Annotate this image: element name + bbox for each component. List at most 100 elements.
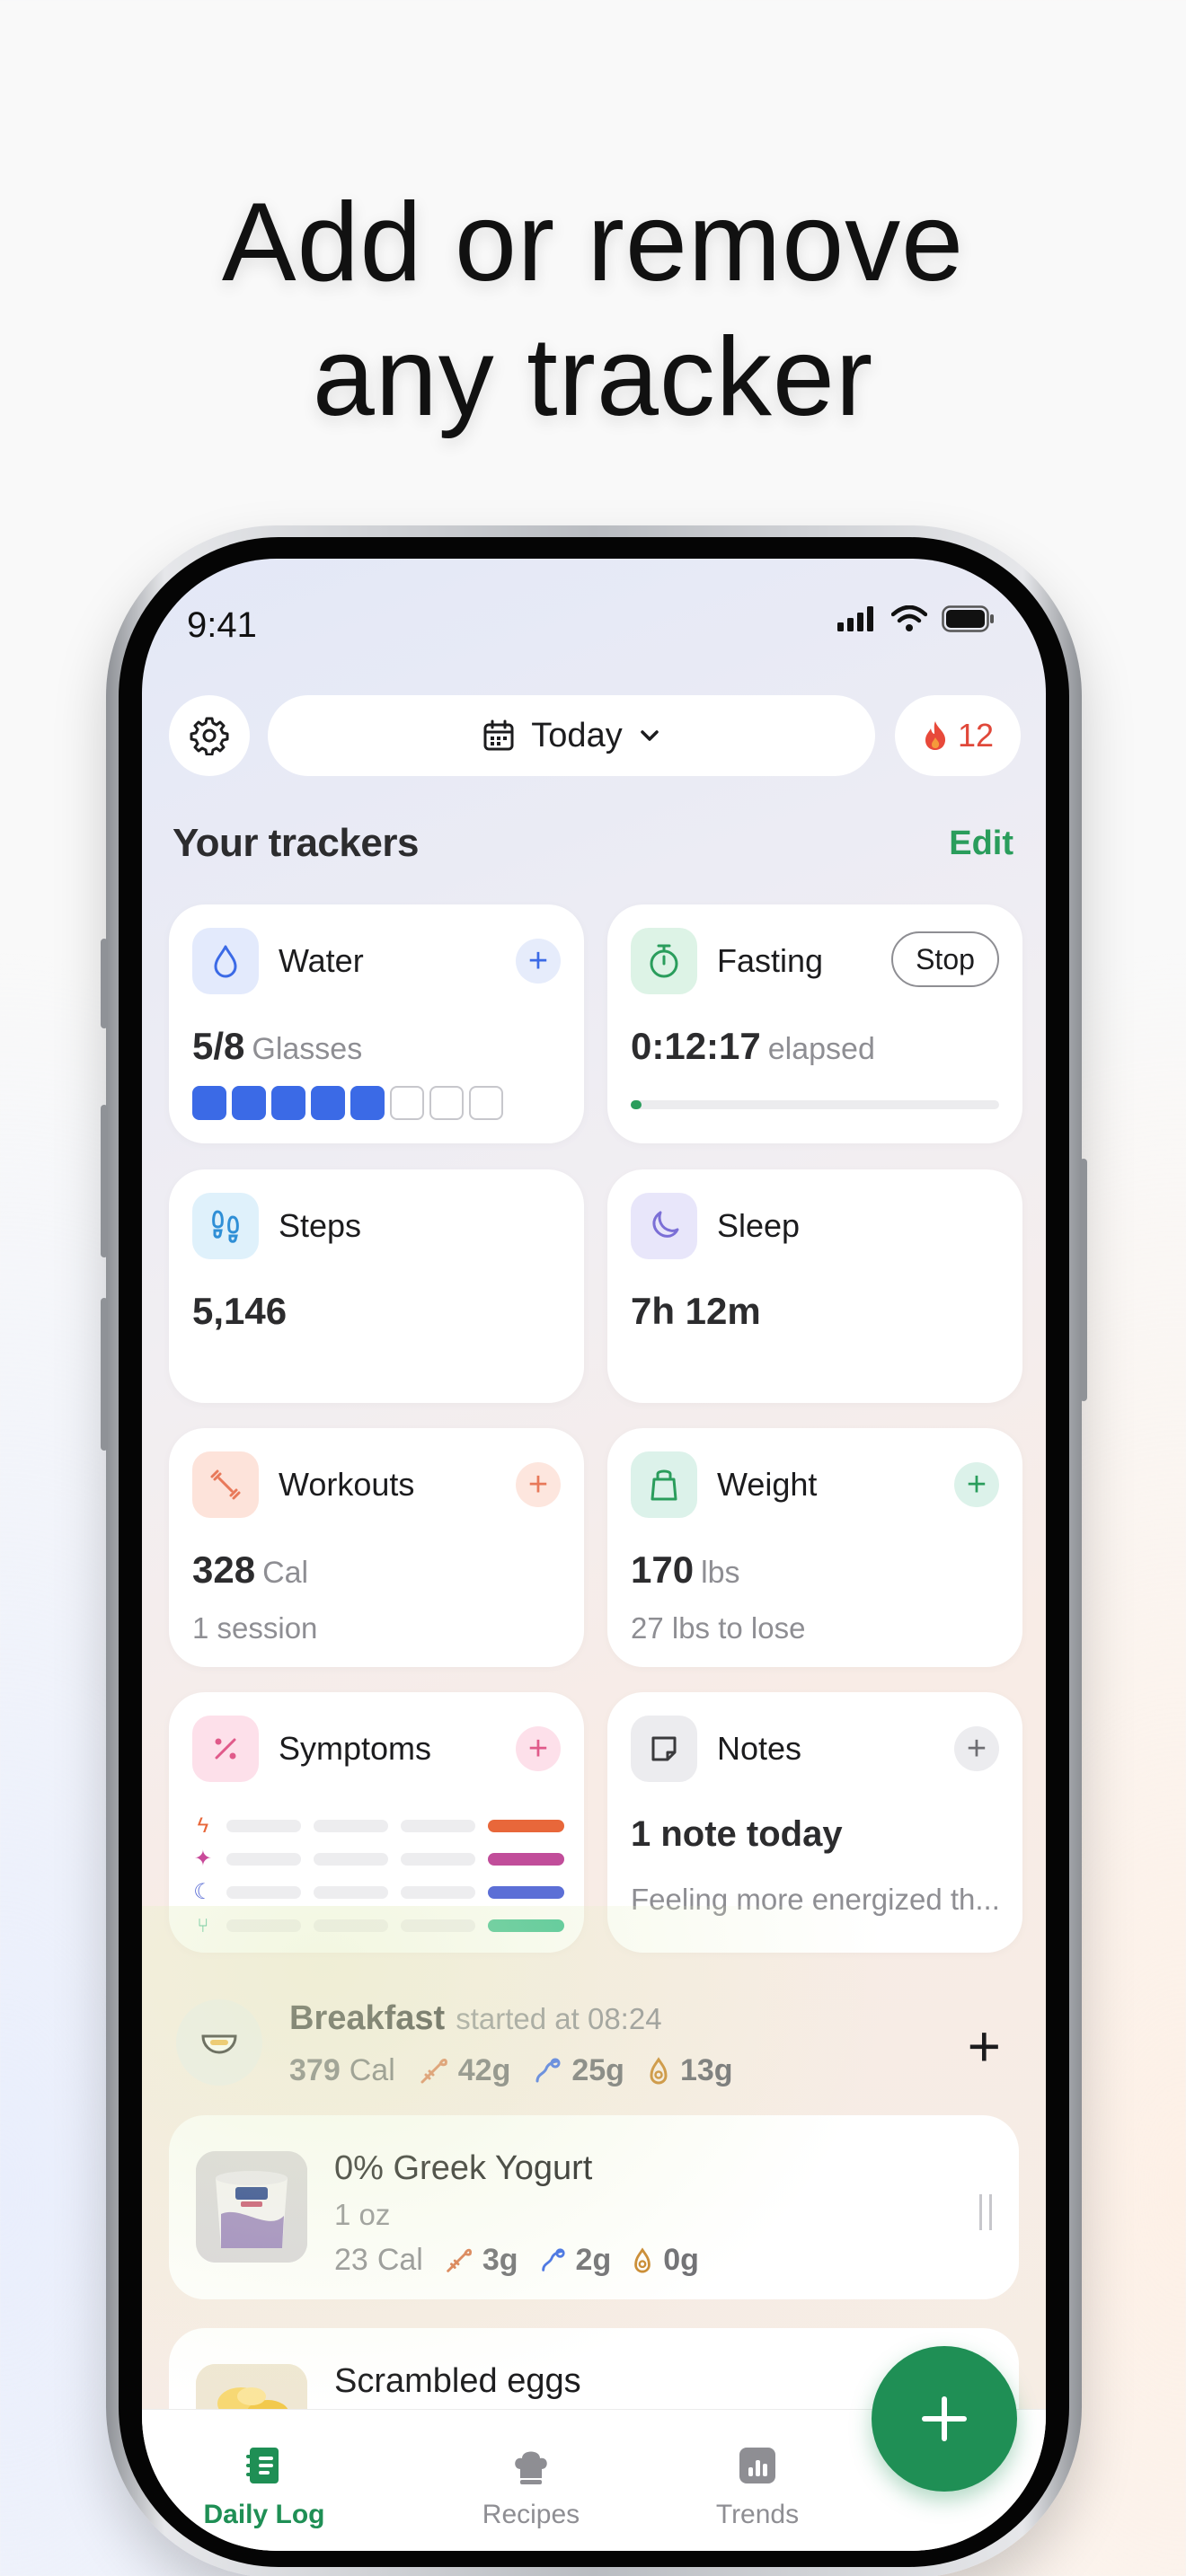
meal-protein: 42g (457, 2053, 511, 2087)
phone-volume-up (101, 1105, 108, 1257)
stopwatch-icon (650, 944, 678, 978)
water-glass-empty[interactable] (469, 1086, 503, 1120)
water-glasses[interactable] (192, 1086, 503, 1120)
food-name: Scrambled eggs (334, 2362, 581, 2400)
meal-avatar (176, 1999, 262, 2086)
steps-title: Steps (279, 1207, 362, 1244)
notes-add-button[interactable]: + (954, 1726, 999, 1771)
weight-amount: 170 (631, 1548, 695, 1591)
tab-trends[interactable]: Trends (668, 2444, 847, 2530)
weight-add-button[interactable]: + (954, 1462, 999, 1507)
dumbbell-icon (210, 1469, 241, 1500)
sparkle-icon: ✦ (193, 1847, 212, 1871)
footprints-icon (212, 1210, 239, 1243)
workouts-calories: 328 (192, 1548, 256, 1591)
water-glass-filled[interactable] (232, 1086, 266, 1120)
settings-button[interactable] (169, 695, 250, 776)
water-title: Water (279, 942, 364, 979)
tab-recipes[interactable]: Recipes (441, 2444, 621, 2530)
calendar-icon (483, 719, 514, 751)
water-icon-box (192, 928, 259, 994)
water-glass-filled[interactable] (350, 1086, 385, 1120)
workouts-unit: Cal (262, 1556, 309, 1590)
symptom-bar-active (487, 1819, 565, 1832)
streak-badge[interactable]: 12 (895, 695, 1021, 776)
date-selector[interactable]: Today (268, 695, 875, 776)
food-calories: 23 (334, 2243, 368, 2277)
symptoms-add-button[interactable]: + (516, 1726, 561, 1771)
symptoms-icon-box (192, 1716, 259, 1782)
chevron-down-icon (640, 730, 659, 741)
weight-goal: 27 lbs to lose (631, 1611, 806, 1645)
fasting-unit: elapsed (767, 1032, 875, 1066)
status-icons (837, 605, 996, 632)
add-entry-fab[interactable] (872, 2346, 1017, 2492)
percent-icon (215, 1738, 236, 1760)
fasting-elapsed: 0:12:17 (631, 1025, 761, 1067)
food-quantity: 1 oz (334, 2198, 391, 2231)
water-tracker-card[interactable]: Water + 5/8 Glasses (169, 904, 584, 1143)
yogurt-cup-image (196, 2151, 307, 2263)
food-fat: 0g (663, 2243, 699, 2277)
headline-line-1: Add or remove (221, 181, 965, 304)
status-time: 9:41 (187, 605, 257, 645)
fasting-stop-button[interactable]: Stop (891, 931, 999, 987)
water-glass-filled[interactable] (311, 1086, 345, 1120)
headline-line-2: any tracker (312, 315, 874, 439)
water-glass-empty[interactable] (390, 1086, 424, 1120)
wifi-icon (891, 605, 927, 631)
note-icon (651, 1736, 677, 1761)
tab-recipes-label: Recipes (482, 2500, 580, 2529)
notes-tracker-card[interactable]: Notes + 1 note today Feeling more energi… (607, 1692, 1022, 1953)
food-name: 0% Greek Yogurt (334, 2149, 593, 2187)
app-screen: 9:41 Today 12 Your trackers Edit Water +… (142, 559, 1046, 2551)
plus-icon (922, 2396, 967, 2441)
water-add-button[interactable]: + (516, 939, 561, 984)
food-item-card[interactable]: 0% Greek Yogurt 1 oz 23 Cal 3g 2g 0g (169, 2115, 1019, 2299)
water-glass-empty[interactable] (429, 1086, 464, 1120)
top-toolbar: Today 12 (169, 695, 1021, 776)
flame-icon (925, 721, 946, 750)
symptom-bar (313, 1819, 388, 1832)
streak-count: 12 (957, 717, 995, 754)
sleep-icon-box (631, 1193, 697, 1259)
battery-icon (942, 605, 994, 632)
symptom-row-sleep: ☾ (192, 1875, 565, 1909)
symptom-bar (400, 1819, 475, 1832)
water-glass-filled[interactable] (271, 1086, 305, 1120)
add-food-button[interactable]: + (968, 2017, 1001, 2075)
water-glass-filled[interactable] (192, 1086, 226, 1120)
chef-hat-icon (515, 2451, 547, 2484)
symptom-row-energy: ϟ (192, 1809, 565, 1842)
water-drop-icon (214, 945, 237, 978)
symptom-bar (313, 1852, 388, 1866)
workouts-tracker-card[interactable]: Workouts + 328 Cal 1 session (169, 1428, 584, 1667)
meal-carbs: 25g (571, 2053, 624, 2087)
steps-tracker-card[interactable]: Steps 5,146 (169, 1169, 584, 1403)
tab-daily-log[interactable]: Daily Log (174, 2444, 354, 2530)
workouts-value: 328 Cal (192, 1548, 308, 1592)
weight-tracker-card[interactable]: Weight + 170 lbs 27 lbs to lose (607, 1428, 1022, 1667)
food-carbs: 2g (575, 2243, 612, 2277)
symptom-bar-active (487, 1919, 565, 1932)
symptoms-tracker-card[interactable]: Symptoms + ϟ ✦ ☾ ⑂ (169, 1692, 584, 1953)
fasting-tracker-card[interactable]: Fasting Stop 0:12:17 elapsed (607, 904, 1022, 1143)
steps-icon-box (192, 1193, 259, 1259)
fasting-progress-track (631, 1100, 999, 1109)
drag-handle[interactable] (979, 2194, 992, 2230)
notes-icon-box (631, 1716, 697, 1782)
symptom-bar (226, 1852, 301, 1866)
sleep-tracker-card[interactable]: Sleep 7h 12m (607, 1169, 1022, 1403)
symptom-bar (226, 1919, 301, 1932)
bar-chart-icon (739, 2448, 775, 2483)
edit-trackers-button[interactable]: Edit (949, 825, 1013, 863)
gear-icon (190, 717, 229, 755)
meal-calories: 379 (289, 2053, 341, 2087)
meal-name: Breakfast (289, 1999, 446, 2037)
symptom-bar (400, 1852, 475, 1866)
workouts-add-button[interactable]: + (516, 1462, 561, 1507)
symptom-bar (400, 1919, 475, 1932)
meal-cal-unit: Cal (349, 2053, 395, 2087)
carbs-icon (535, 2058, 561, 2082)
symptom-bar (400, 1885, 475, 1899)
